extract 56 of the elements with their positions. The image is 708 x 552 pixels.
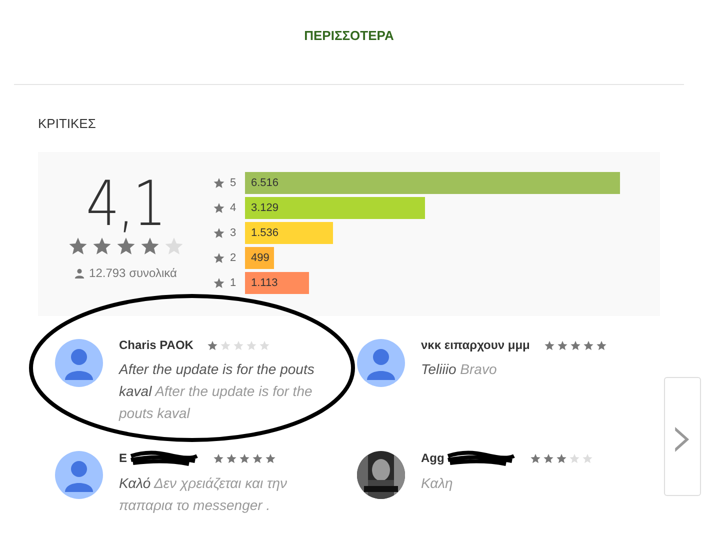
star-icon [233,340,244,350]
reviewer-name: νκκ ειπαρχουν μμμ [421,338,530,352]
star-icon [207,340,218,350]
star-icon [582,452,594,464]
star-icon [246,340,258,350]
star-icon [226,452,238,464]
reviewer-name: Ε [119,451,128,465]
star-level-label: 5 [230,177,238,189]
star-icon [92,236,112,256]
star-icon [220,340,232,350]
average-score: 4,1 [86,172,165,236]
star-icon [570,340,581,350]
star-icon [140,236,160,256]
star-icon [252,452,264,464]
star-icon [543,452,554,464]
review-text: Teliiio Bravo [421,360,498,379]
star-icon [213,277,225,289]
reviewer-name: Charis PAOK [119,338,194,352]
review-text: Καλη [421,474,454,493]
star-icon [213,452,224,464]
star-icon [213,252,225,264]
bar-value: 1.536 [251,227,279,239]
star-icon [259,340,270,350]
star-icon [544,340,555,350]
star-icon [213,227,225,239]
star-level-label: 4 [230,202,238,214]
reviewer-name: Agg [421,451,444,465]
star-icon [556,340,568,350]
star-level-label: 3 [230,227,238,239]
avatar-icon [54,450,104,500]
star-icon [530,452,542,464]
star-icon [239,452,250,464]
more-link[interactable]: ΠΕΡΙΣΣΟΤΕΡΑ [304,28,394,44]
star-icon [556,452,568,464]
review-text: Καλό Δεν χρειάζεται και την παπαρια το messenger . [119,474,288,515]
star-icon [164,236,184,256]
bar-value: 1.113 [251,277,278,289]
bar-value: 3.129 [251,202,279,214]
star-icon [569,452,580,464]
star-icon [265,452,276,464]
person-icon [74,268,86,278]
section-heading: ΚΡΙΤΙΚΕΣ [38,116,96,132]
bar-value: 499 [251,252,270,264]
star-icon [582,340,594,350]
avatar-icon [356,338,406,388]
star-icon [68,236,88,256]
star-level-label: 2 [230,252,238,264]
star-icon [213,202,225,214]
bar-value: 6.516 [251,177,279,189]
star-icon [596,340,607,350]
star-icon [213,177,225,189]
total-count: 12.793 συνολικά [89,266,177,280]
avatar-icon [54,338,104,388]
review-text: After the update is for the pouts kaval After the update is for the pouts kaval [119,360,316,423]
star-icon [116,236,136,256]
star-level-label: 1 [230,277,238,289]
